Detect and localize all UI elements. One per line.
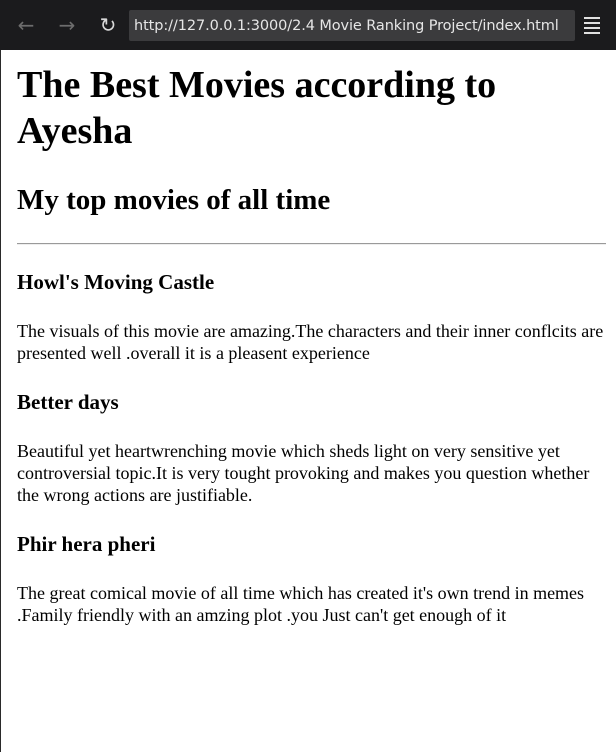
movie-title: Better days — [17, 390, 119, 414]
browser-toolbar: ← → ↻ http://127.0.0.1:3000/2.4 Movie Ra… — [0, 0, 616, 50]
arrow-right-icon: → — [58, 13, 76, 37]
reload-icon: ↻ — [99, 13, 117, 37]
movie-review: The visuals of this movie are amazing.Th… — [17, 321, 604, 363]
forward-button[interactable]: → — [51, 9, 83, 41]
url-text: http://127.0.0.1:3000/2.4 Movie Ranking … — [134, 17, 559, 34]
page-title: The Best Movies according to Ayesha — [17, 64, 497, 152]
menu-button[interactable] — [584, 10, 606, 40]
divider — [17, 243, 606, 245]
page-content: The Best Movies according to Ayesha My t… — [0, 50, 616, 752]
reload-button[interactable]: ↻ — [92, 9, 124, 41]
movie-review: The great comical movie of all time whic… — [17, 583, 585, 625]
movie-review: Beautiful yet heartwrenching movie which… — [17, 441, 590, 505]
page-subtitle: My top movies of all time — [17, 184, 331, 216]
address-bar[interactable]: http://127.0.0.1:3000/2.4 Movie Ranking … — [129, 10, 575, 41]
movie-title: Phir hera pheri — [17, 532, 156, 556]
arrow-left-icon: ← — [17, 13, 35, 37]
movie-title: Howl's Moving Castle — [17, 270, 215, 294]
hamburger-menu-icon — [584, 16, 600, 19]
back-button[interactable]: ← — [10, 9, 42, 41]
